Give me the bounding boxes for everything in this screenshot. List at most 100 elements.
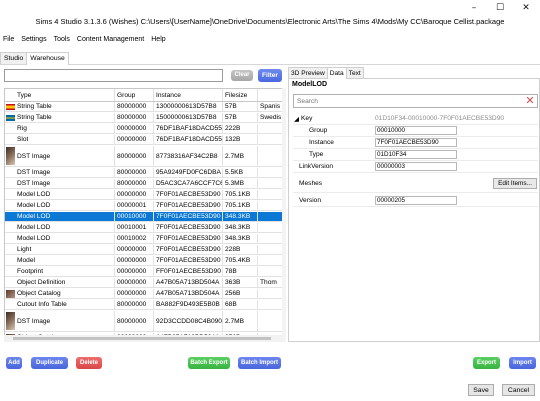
cell-instance: 7F0F01AECBE53D90: [154, 256, 223, 265]
grid-header: Type Group Instance Filesize: [5, 89, 283, 102]
export-button[interactable]: Export: [473, 357, 500, 369]
image-thumbnail-icon: [6, 312, 15, 330]
delete-button[interactable]: Delete: [76, 357, 102, 369]
cell-group: 80000000: [115, 311, 154, 331]
cell-instance: 95A9249FD0FC6DBA: [154, 168, 223, 177]
cell-extra: [258, 124, 283, 133]
cell-type: Cutout Info Table: [5, 300, 115, 309]
cell-filesize: 705.1KB: [223, 190, 258, 199]
property-row-instance[interactable]: Instance 7F0F01AECBE53D90: [293, 137, 538, 149]
import-button[interactable]: Import: [509, 357, 536, 369]
table-row[interactable]: Model LOD 00000000 7F0F01AECBE53D90 705.1KB: [5, 190, 283, 200]
cell-instance: 7F0F01AECBE53D90: [154, 212, 223, 221]
filter-input[interactable]: [4, 69, 223, 82]
cell-extra: [258, 256, 283, 265]
property-search-input[interactable]: [293, 94, 538, 108]
cell-filesize: 78B: [223, 267, 258, 276]
linkversion-value-field[interactable]: 00000003: [375, 162, 457, 171]
menu-content-management[interactable]: Content Management: [74, 34, 148, 46]
menu-file[interactable]: File: [0, 34, 18, 46]
table-row[interactable]: DST Image 80000000 87738316AF34C2B8 2.7MB: [5, 146, 283, 167]
column-filesize[interactable]: Filesize: [223, 89, 258, 101]
close-button[interactable]: ✕: [513, 0, 539, 16]
save-button[interactable]: Save: [468, 384, 494, 396]
duplicate-button[interactable]: Duplicate: [31, 357, 68, 369]
table-row[interactable]: DST Image 80000000 92D3CCDD08C4B090 2.7MB: [5, 311, 283, 332]
column-instance[interactable]: Instance: [154, 89, 223, 101]
menu-bar: File Settings Tools Content Management H…: [0, 34, 540, 46]
property-row-meshes[interactable]: Meshes Edit Items...: [293, 174, 538, 193]
column-type[interactable]: Type: [5, 89, 115, 101]
table-row[interactable]: Footprint 00000000 FF0F01AECBE53D90 78B: [5, 267, 283, 277]
property-row-version[interactable]: Version 00000205: [293, 194, 538, 207]
group-value-field[interactable]: 00010000: [375, 126, 457, 135]
cell-extra: [258, 168, 283, 177]
table-row[interactable]: Slot 00000000 76DF1BAF18DACD55 132B: [5, 135, 283, 145]
cell-filesize: 705.4KB: [223, 256, 258, 265]
property-row-type[interactable]: Type 01D10F34: [293, 149, 538, 161]
window-title: Sims 4 Studio 3.1.3.6 (Wishes) C:\Users\…: [35, 17, 505, 26]
cell-type: DST Image: [5, 179, 115, 188]
add-button[interactable]: Add: [6, 357, 22, 369]
filter-button[interactable]: Filter: [258, 69, 282, 82]
menu-settings[interactable]: Settings: [18, 34, 50, 46]
key-value: 01D10F34-00010000-7F0F01AECBE53D90: [375, 115, 505, 122]
version-value-field[interactable]: 00000205: [375, 196, 457, 205]
table-row[interactable]: Cutout Info Table 80000000 BA882F9D493E5B0…: [5, 300, 283, 310]
table-row[interactable]: DST Image 80000000 95A9249FD0FC6DBA 5.5KB: [5, 168, 283, 178]
expand-key-icon[interactable]: ◢: [294, 113, 299, 124]
clear-search-icon[interactable]: ✕: [523, 94, 537, 108]
table-row[interactable]: Model LOD 00000001 7F0F01AECBE53D90 705.1KB: [5, 201, 283, 211]
table-row[interactable]: Light 00000000 7F0F01AECBE53D90 228B: [5, 245, 283, 255]
table-row[interactable]: Rig 00000000 76DF1BAF18DACD55 222B: [5, 124, 283, 134]
cell-group: 00000000: [115, 289, 154, 298]
table-row[interactable]: Object Catalog 00000000 A47B05A713BD504A 25…: [5, 289, 283, 299]
maximize-button[interactable]: ☐: [487, 0, 513, 16]
cell-filesize: 68B: [223, 300, 258, 309]
tab-warehouse[interactable]: Warehouse: [26, 52, 69, 65]
table-row[interactable]: Model 00000000 7F0F01AECBE53D90 705.4KB: [5, 256, 283, 266]
menu-tools[interactable]: Tools: [51, 34, 74, 46]
column-group[interactable]: Group: [115, 89, 154, 101]
instance-value-field[interactable]: 7F0F01AECBE53D90: [375, 138, 457, 147]
cell-group: 00000000: [115, 267, 154, 276]
clear-button[interactable]: Clear: [231, 70, 253, 81]
property-row-group[interactable]: Group 00010000: [293, 125, 538, 137]
cell-instance: 76DF1BAF18DACD55: [156, 135, 223, 144]
table-row[interactable]: Model LOD 00010001 7F0F01AECBE53D90 348.3KB: [5, 223, 283, 233]
table-row[interactable]: Object Definition 00000000 A47B05A713BD504…: [5, 278, 283, 288]
grid-vertical-scrollbar[interactable]: [282, 88, 286, 342]
cell-group: 00000000: [115, 190, 154, 199]
column-extra[interactable]: [258, 89, 283, 101]
cell-extra: [258, 311, 283, 331]
version-label: Version: [299, 196, 321, 204]
tab-data[interactable]: Data: [326, 67, 347, 79]
minimize-button[interactable]: –: [461, 0, 487, 16]
table-row[interactable]: String Table 80000000 15000000613D57B8 57B S…: [5, 113, 283, 123]
cell-extra: [258, 201, 283, 210]
property-row-linkversion[interactable]: LinkVersion 00000003: [293, 161, 538, 173]
group-label: Group: [309, 127, 328, 134]
cell-group: 80000000: [115, 113, 154, 122]
table-row[interactable]: Model LOD 00010002 7F0F01AECBE53D90 348.3KB: [5, 234, 283, 244]
cell-extra: Spanis: [260, 103, 281, 110]
cell-instance: 87738316AF34C2B8: [154, 146, 223, 166]
meshes-label: Meshes: [299, 179, 323, 187]
cell-instance: 15000000613D57B8: [154, 113, 223, 122]
edit-items-button[interactable]: Edit Items...: [493, 178, 537, 189]
cancel-button[interactable]: Cancel: [502, 384, 535, 396]
menu-help[interactable]: Help: [148, 34, 169, 46]
batch-import-button[interactable]: Batch Import: [238, 357, 281, 369]
cell-instance: FF0F01AECBE53D90: [154, 267, 223, 276]
type-value-field[interactable]: 01D10F34: [375, 150, 457, 159]
cell-instance: 7F0F01AECBE53D90: [154, 190, 223, 199]
swedish-flag-icon: [6, 115, 15, 121]
table-row[interactable]: String Table 80000000 13000000613D57B8 57B S…: [5, 102, 283, 112]
table-row[interactable]: DST Image 80000000 D5AC3CA7A6CCF7C6 5.3MB: [5, 179, 283, 189]
table-row[interactable]: Model LOD 00010000 7F0F01AECBE53D90 348.3KB: [5, 212, 283, 222]
cell-extra: [258, 289, 283, 298]
batch-export-button[interactable]: Batch Export: [188, 357, 230, 369]
grid-scroll-thumb[interactable]: [13, 337, 271, 340]
property-row-key[interactable]: ◢ Key 01D10F34-00010000-7F0F01AECBE53D90: [293, 113, 538, 125]
cell-group: 00000000: [115, 124, 154, 133]
